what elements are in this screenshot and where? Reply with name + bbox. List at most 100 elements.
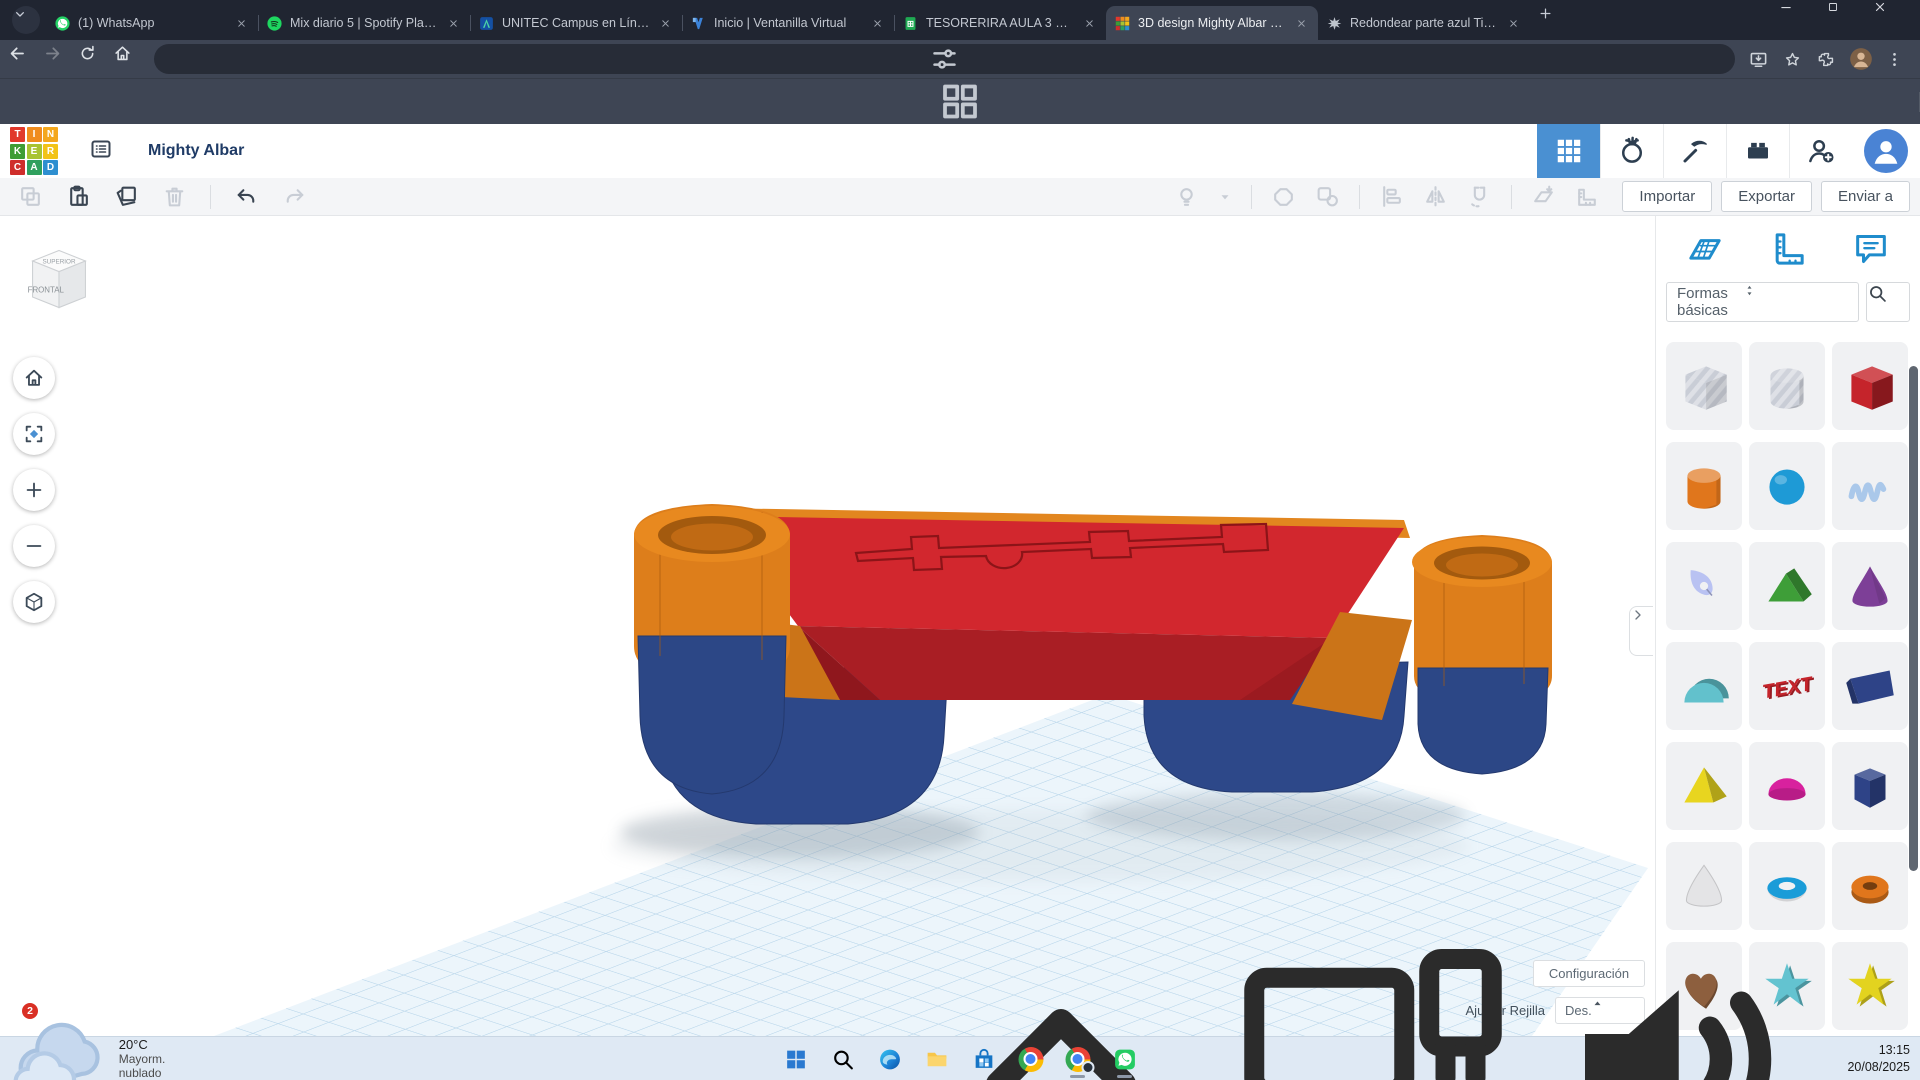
- minecraft-export-button[interactable]: [1663, 124, 1726, 178]
- fit-view-button[interactable]: [13, 413, 55, 455]
- tinkercad-logo[interactable]: TINKERCAD: [10, 127, 58, 175]
- site-settings-icon[interactable]: [168, 44, 1721, 74]
- shape-orange-cylinder[interactable]: [1666, 442, 1742, 530]
- back-button[interactable]: [8, 44, 39, 75]
- shape-scribble[interactable]: [1832, 442, 1908, 530]
- shape-category-select[interactable]: Formas básicas: [1666, 282, 1859, 322]
- window-minimize-button[interactable]: [1779, 0, 1826, 40]
- panel-helper-tools: [1656, 216, 1920, 270]
- taskbar-chrome-profile-button[interactable]: [1058, 1039, 1098, 1079]
- toggle-perspective-button[interactable]: [13, 581, 55, 623]
- shape-blue-sphere[interactable]: [1749, 442, 1825, 530]
- panel-collapse-button[interactable]: [1629, 606, 1653, 656]
- copy-button[interactable]: [18, 184, 43, 209]
- zoom-in-button[interactable]: [13, 469, 55, 511]
- tab-3d-design-mighty-albar-tinke[interactable]: 3D design Mighty Albar - Tinke: [1106, 6, 1318, 40]
- tab-search-button[interactable]: [12, 6, 40, 34]
- shape-pen-nib[interactable]: [1666, 542, 1742, 630]
- address-bar[interactable]: tinkercad.com/things/9uLQBY2reYM/edit?re…: [154, 44, 1735, 74]
- paste-button[interactable]: [66, 184, 91, 209]
- mirror-button[interactable]: [1423, 184, 1448, 209]
- ruler-helper-button[interactable]: [1767, 228, 1809, 270]
- chrome-menu-button[interactable]: [1879, 44, 1910, 75]
- align-button[interactable]: [1379, 184, 1404, 209]
- shape-yellow-pyramid[interactable]: [1666, 742, 1742, 830]
- forward-button[interactable]: [43, 44, 74, 75]
- tab-mix-diario-5-spotify-playlist[interactable]: Mix diario 5 | Spotify Playlist: [258, 6, 470, 40]
- add-collaborator-button[interactable]: [1789, 124, 1852, 178]
- import-button[interactable]: Importar: [1622, 181, 1712, 212]
- zoom-out-button[interactable]: [13, 525, 55, 567]
- workplane-helper-button[interactable]: [1684, 228, 1726, 270]
- tab-close-icon[interactable]: [1293, 15, 1310, 32]
- apps-grid-icon[interactable]: [12, 79, 1908, 124]
- user-avatar[interactable]: [1864, 129, 1908, 173]
- taskbar-file-explorer-button[interactable]: [917, 1039, 957, 1079]
- network-icon[interactable]: [1223, 909, 1523, 1080]
- install-app-button[interactable]: [1743, 44, 1774, 75]
- window-close-button[interactable]: [1873, 0, 1920, 40]
- shape-green-roof[interactable]: [1749, 542, 1825, 630]
- profile-avatar-button[interactable]: [1845, 44, 1876, 75]
- send-to-button[interactable]: Enviar a: [1821, 181, 1910, 212]
- redo-button[interactable]: [282, 184, 307, 209]
- home-button[interactable]: [113, 44, 144, 75]
- design-title[interactable]: Mighty Albar: [148, 142, 244, 160]
- tab-close-icon[interactable]: [1081, 15, 1098, 32]
- tab-close-icon[interactable]: [233, 15, 250, 32]
- shape-navy-wedge[interactable]: [1832, 642, 1908, 730]
- workplane-tool-button[interactable]: [1531, 184, 1556, 209]
- shape-purple-cone[interactable]: [1832, 542, 1908, 630]
- tab-close-icon[interactable]: [445, 15, 462, 32]
- show-all-button[interactable]: [1174, 184, 1199, 209]
- shape-red-text[interactable]: TEXTTEXT: [1749, 642, 1825, 730]
- notes-helper-button[interactable]: [1850, 228, 1892, 270]
- taskbar-search-button[interactable]: [823, 1039, 863, 1079]
- weather-widget[interactable]: 2 20°C Mayorm. nublado: [10, 1008, 111, 1080]
- shape-navy-hex-prism[interactable]: [1832, 742, 1908, 830]
- shape-striped-box[interactable]: [1666, 342, 1742, 430]
- brick-export-button[interactable]: [1726, 124, 1789, 178]
- tab-close-icon[interactable]: [869, 15, 886, 32]
- delete-button[interactable]: [162, 184, 187, 209]
- view-blocks-button[interactable]: [1537, 124, 1600, 178]
- shape-red-box[interactable]: [1832, 342, 1908, 430]
- tab-inicio-ventanilla-virtual[interactable]: Inicio | Ventanilla Virtual: [682, 6, 894, 40]
- tab-tesorerira-aula-3-sam-xlsx[interactable]: TESORERIRA AULA 3 SAM.xlsx: [894, 6, 1106, 40]
- taskbar-store-button[interactable]: [964, 1039, 1004, 1079]
- bookmark-star-button[interactable]: [1777, 44, 1808, 75]
- group-button[interactable]: [1271, 184, 1296, 209]
- snap-button[interactable]: [1467, 184, 1492, 209]
- shape-teal-round-roof[interactable]: [1666, 642, 1742, 730]
- volume-icon[interactable]: [1535, 909, 1835, 1080]
- duplicate-button[interactable]: [114, 184, 139, 209]
- ruler-tool-button[interactable]: [1575, 184, 1600, 209]
- window-maximize-button[interactable]: [1826, 0, 1873, 40]
- tab-close-icon[interactable]: [657, 15, 674, 32]
- tab-unitec-campus-en-l-nea[interactable]: UNITEC Campus en Línea: [470, 6, 682, 40]
- reload-button[interactable]: [78, 44, 109, 75]
- taskbar-whatsapp-desktop-button[interactable]: [1105, 1039, 1145, 1079]
- tab-redondear-parte-azul-tinkerca[interactable]: Redondear parte azul Tinkerca: [1318, 6, 1530, 40]
- taskbar-start-button[interactable]: [776, 1039, 816, 1079]
- panel-scrollbar[interactable]: [1909, 366, 1918, 871]
- tab-1-whatsapp[interactable]: (1) WhatsApp: [46, 6, 258, 40]
- export-button[interactable]: Exportar: [1721, 181, 1812, 212]
- logo-tile-c: C: [10, 160, 25, 175]
- shape-magenta-hemisphere[interactable]: [1749, 742, 1825, 830]
- view-cube[interactable]: SUPERIOR FRONTAL: [24, 242, 94, 316]
- sim-lab-button[interactable]: [1600, 124, 1663, 178]
- tray-clock[interactable]: 13:15 20/08/2025: [1847, 1042, 1910, 1075]
- shape-search-button[interactable]: [1866, 282, 1910, 322]
- taskbar-edge-button[interactable]: [870, 1039, 910, 1079]
- design-menu-button[interactable]: [88, 137, 122, 165]
- tab-close-icon[interactable]: [1505, 15, 1522, 32]
- taskbar-chrome-button[interactable]: [1011, 1039, 1051, 1079]
- ungroup-button[interactable]: [1315, 184, 1340, 209]
- extensions-button[interactable]: [1811, 44, 1842, 75]
- shape-striped-cylinder[interactable]: [1749, 342, 1825, 430]
- undo-button[interactable]: [234, 184, 259, 209]
- new-tab-button[interactable]: [1538, 6, 1566, 34]
- show-all-caret-button[interactable]: [1218, 190, 1232, 204]
- view-home-button[interactable]: [13, 357, 55, 399]
